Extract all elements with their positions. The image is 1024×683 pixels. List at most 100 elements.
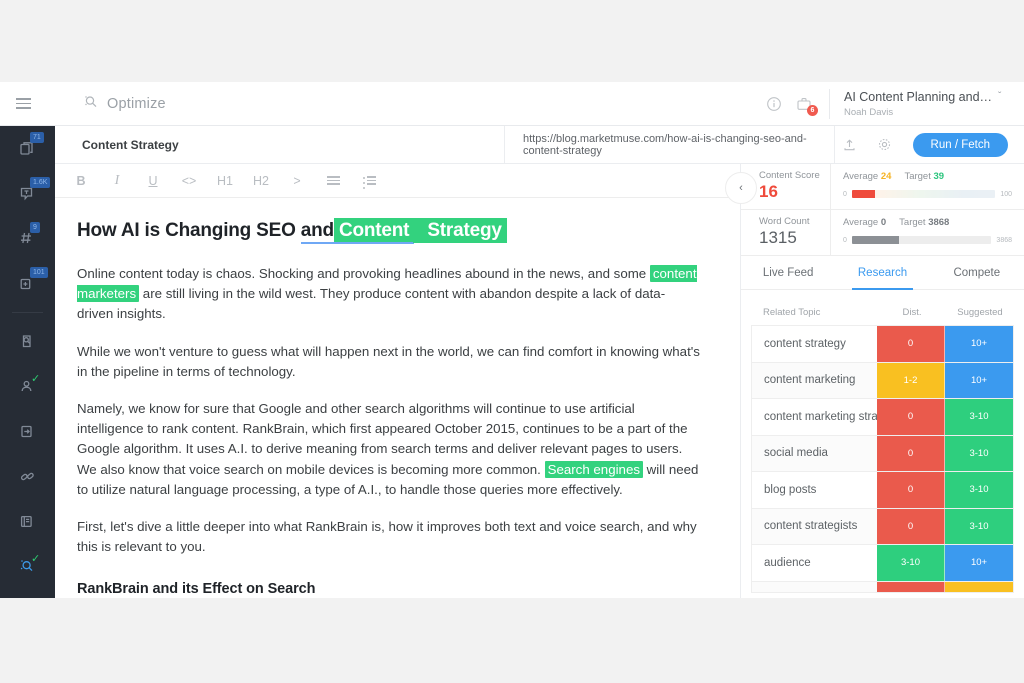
code-button[interactable]: <> xyxy=(171,164,207,198)
info-icon[interactable] xyxy=(759,89,789,119)
table-cell-topic xyxy=(752,582,877,592)
run-fetch-button[interactable]: Run / Fetch xyxy=(912,132,1008,157)
table-row[interactable]: audience 3-10 10+ xyxy=(752,545,1013,582)
word-count-bar-wrap: 0 3868 xyxy=(843,236,1012,244)
word-count-row: Word Count 1315 Average 0 Target 3868 0 … xyxy=(741,210,1024,256)
sidebar-item-research[interactable] xyxy=(0,319,55,364)
table-cell-dist: 1-2 xyxy=(877,362,945,398)
content-score-stats: Average 24 Target 39 xyxy=(843,171,1012,182)
connect-icon xyxy=(20,472,34,481)
document-editor[interactable]: How AI is Changing SEO and Content Strateg… xyxy=(55,198,740,598)
format-toolbar: B I U <> H1 H2 > xyxy=(55,164,740,198)
content-score-bar-min: 0 xyxy=(843,190,847,198)
table-row[interactable] xyxy=(752,581,1013,593)
screenshot-root: Optimize 6 AI Content Planning and Optim… xyxy=(0,0,1024,683)
underline-button[interactable]: U xyxy=(135,164,171,198)
content-score-bar-fill xyxy=(851,190,875,198)
column-header-dist: Dist. xyxy=(902,307,922,318)
url-input[interactable]: https://blog.marketmuse.com/how-ai-is-ch… xyxy=(523,133,834,157)
table-cell-topic: content marketing xyxy=(764,374,856,387)
column-header-related-topic: Related Topic xyxy=(763,307,821,318)
table-row[interactable]: content strategy 0 10+ xyxy=(752,326,1013,363)
briefcase-icon[interactable]: 6 xyxy=(789,89,819,119)
h1-highlight-content: Content xyxy=(333,218,415,244)
word-count-bar xyxy=(851,236,992,244)
sidebar-item-inventory[interactable] xyxy=(0,409,55,454)
optimize-magnifier-icon xyxy=(83,94,98,113)
content-score-target: Target 39 xyxy=(904,171,945,182)
sidebar-badge-keywords: 9 xyxy=(30,222,40,233)
column-header-suggested: Suggested xyxy=(957,307,1003,318)
upload-icon[interactable] xyxy=(835,130,865,160)
url-zone[interactable]: https://blog.marketmuse.com/how-ai-is-ch… xyxy=(505,133,834,157)
document-paragraph-4: First, let's dive a little deeper into w… xyxy=(77,519,697,555)
more-button[interactable]: > xyxy=(279,164,315,198)
table-cell-dist: 3-10 xyxy=(877,545,945,581)
hamburger-icon[interactable] xyxy=(0,82,46,126)
sidebar-item-optimize[interactable]: ✓ xyxy=(0,544,55,589)
sidebar-item-keywords[interactable]: 9 xyxy=(0,216,55,261)
document-heading-2: RankBrain and its Effect on Search xyxy=(77,581,316,598)
word-count-block: Word Count 1315 xyxy=(741,210,831,255)
chevron-left-icon[interactable]: ‹ xyxy=(725,172,757,204)
sidebar-item-audience[interactable]: ✓ xyxy=(0,364,55,409)
project-name-label: AI Content Planning and Optim... xyxy=(844,89,994,104)
table-row[interactable]: content marketing stra... 0 3-10 xyxy=(752,399,1013,436)
project-selector[interactable]: AI Content Planning and Optim... ˇ Noah … xyxy=(844,90,1024,118)
h1-plain-part: How AI is Changing SEO xyxy=(77,220,301,241)
tab-compete[interactable]: Compete xyxy=(930,256,1024,289)
document-title: Content Strategy xyxy=(82,137,179,152)
chevron-down-icon[interactable]: ˇ xyxy=(998,91,1001,102)
rail-divider xyxy=(12,312,43,313)
sidebar-badge-pages: 71 xyxy=(30,132,44,143)
doc-actions: Run / Fetch xyxy=(835,130,1024,160)
document-paragraph-3: Namely, we know for sure that Google and… xyxy=(77,399,700,500)
word-count-stats: Average 0 Target 3868 xyxy=(843,217,1012,228)
audience-check-icon: ✓ xyxy=(31,373,41,385)
content-score-meter: Average 24 Target 39 0 100 xyxy=(831,164,1024,209)
table-row[interactable]: content marketing 1-2 10+ xyxy=(752,362,1013,399)
left-rail: 71 1.6K 9 101 ✓ ✓ xyxy=(0,126,55,598)
p1-text-a: Online content today is chaos. Shocking … xyxy=(77,266,650,281)
tab-research[interactable]: Research xyxy=(835,256,929,290)
app-window: Optimize 6 AI Content Planning and Optim… xyxy=(0,82,1024,598)
sidebar-item-pages[interactable]: 71 xyxy=(0,126,55,171)
sidebar-item-connect[interactable] xyxy=(0,454,55,499)
table-cell-suggested: 3-10 xyxy=(945,399,1013,435)
research-table-header: Related Topic Dist. Suggested xyxy=(751,300,1014,325)
sidebar-item-briefs[interactable] xyxy=(0,499,55,544)
document-paragraph-1: Online content today is chaos. Shocking … xyxy=(77,264,700,325)
table-cell-dist: 0 xyxy=(877,508,945,544)
content-score-bar-max: 100 xyxy=(1000,190,1012,198)
h1-highlight-strategy: Strategy xyxy=(413,218,507,243)
header-divider xyxy=(829,88,830,119)
table-cell-suggested: 3-10 xyxy=(945,472,1013,508)
sidebar-item-add-page[interactable]: 101 xyxy=(0,261,55,306)
project-user: Noah Davis xyxy=(844,106,894,118)
table-row[interactable]: content strategists 0 3-10 xyxy=(752,508,1013,545)
word-count-value: 1315 xyxy=(759,228,797,247)
content-score-row: Content Score 16 Average 24 Target 39 0 … xyxy=(741,164,1024,210)
italic-button[interactable]: I xyxy=(99,164,135,198)
bullet-list-icon[interactable] xyxy=(351,164,387,198)
table-row[interactable]: social media 0 3-10 xyxy=(752,435,1013,472)
p3-highlight: Search engines xyxy=(544,460,643,478)
tab-live-feed[interactable]: Live Feed xyxy=(741,256,835,289)
align-left-icon[interactable] xyxy=(315,164,351,198)
heading2-button[interactable]: H2 xyxy=(243,164,279,198)
document-bar: Content Strategy https://blog.marketmuse… xyxy=(55,125,1024,164)
sidebar-item-topics[interactable]: 1.6K xyxy=(0,171,55,216)
project-name: AI Content Planning and Optim... ˇ xyxy=(844,90,1010,104)
gear-icon[interactable] xyxy=(870,130,900,160)
top-header: Optimize 6 AI Content Planning and Optim… xyxy=(0,82,1024,126)
word-count-target: Target 3868 xyxy=(899,217,950,228)
optimize-check-icon: ✓ xyxy=(31,553,41,565)
bold-button[interactable]: B xyxy=(63,164,99,198)
table-row[interactable]: blog posts 0 3-10 xyxy=(752,472,1013,509)
page-title: Optimize xyxy=(83,94,166,113)
inventory-icon xyxy=(21,425,32,438)
table-cell-topic: blog posts xyxy=(764,483,817,496)
heading1-button[interactable]: H1 xyxy=(207,164,243,198)
briefcase-badge: 6 xyxy=(807,104,818,116)
table-cell-topic: content strategy xyxy=(764,337,846,350)
